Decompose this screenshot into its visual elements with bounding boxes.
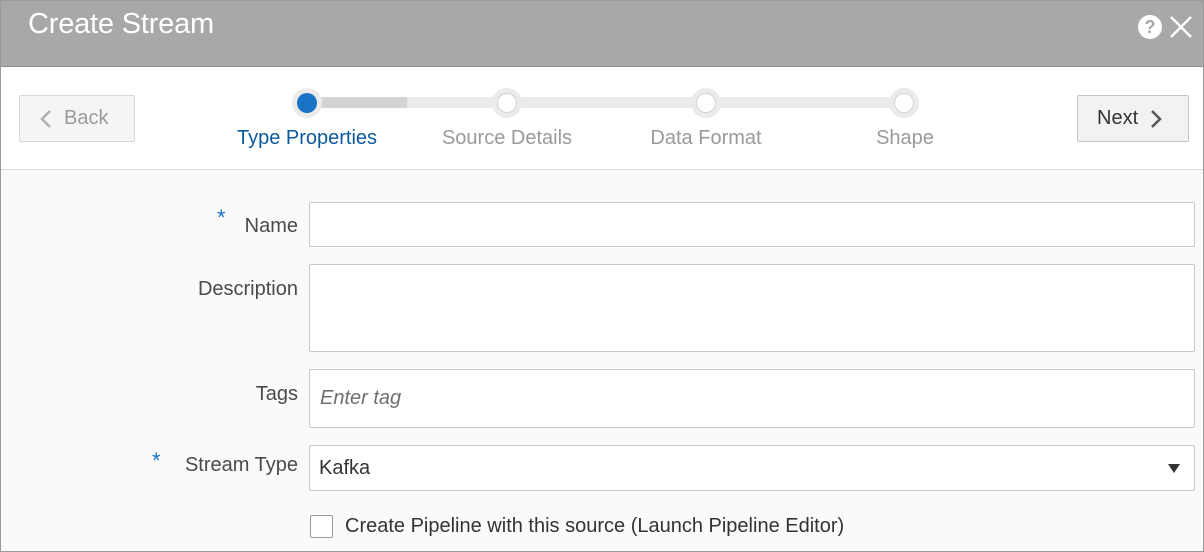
help-icon[interactable]: ? — [1138, 15, 1162, 39]
step-dot-data-format[interactable] — [691, 88, 721, 118]
step-dot-shape[interactable] — [889, 88, 919, 118]
description-label: Description — [197, 278, 298, 300]
create-pipeline-checkbox[interactable] — [310, 515, 333, 538]
chevron-right-icon — [1150, 109, 1162, 129]
tags-label: Tags — [255, 383, 298, 405]
next-button[interactable]: Next — [1077, 95, 1189, 142]
stream-type-required-marker: * — [152, 448, 161, 473]
stream-type-select[interactable]: Kafka — [309, 445, 1195, 491]
dialog-title: Create Stream — [28, 8, 214, 40]
description-input[interactable] — [309, 264, 1195, 352]
close-icon[interactable] — [1167, 13, 1195, 41]
next-button-label: Next — [1097, 107, 1139, 129]
step-label-shape[interactable]: Shape — [805, 127, 1005, 150]
chevron-left-icon — [40, 109, 52, 129]
wizard-train: Back Type Properties Source Details Data… — [1, 68, 1203, 170]
create-stream-dialog: Create Stream ? Back Type Properties Sou… — [0, 0, 1204, 552]
name-input[interactable] — [309, 202, 1195, 247]
step-label-source-details[interactable]: Source Details — [407, 127, 607, 150]
tags-input[interactable] — [309, 369, 1195, 428]
step-label-data-format[interactable]: Data Format — [606, 127, 806, 150]
dropdown-caret-icon — [1168, 464, 1180, 473]
step-dot-source-details[interactable] — [492, 88, 522, 118]
stream-type-value: Kafka — [319, 456, 371, 479]
progress-track-complete — [307, 97, 407, 108]
back-button-label: Back — [64, 107, 109, 129]
step-label-type-properties[interactable]: Type Properties — [207, 127, 407, 150]
create-pipeline-label[interactable]: Create Pipeline with this source (Launch… — [345, 515, 844, 538]
stream-type-label: Stream Type — [184, 454, 298, 476]
dialog-title-bar: Create Stream ? — [1, 1, 1203, 67]
back-button[interactable]: Back — [19, 95, 135, 142]
step-dot-type-properties[interactable] — [292, 88, 322, 118]
progress-track-remaining — [407, 97, 905, 108]
name-label: Name — [244, 215, 298, 237]
